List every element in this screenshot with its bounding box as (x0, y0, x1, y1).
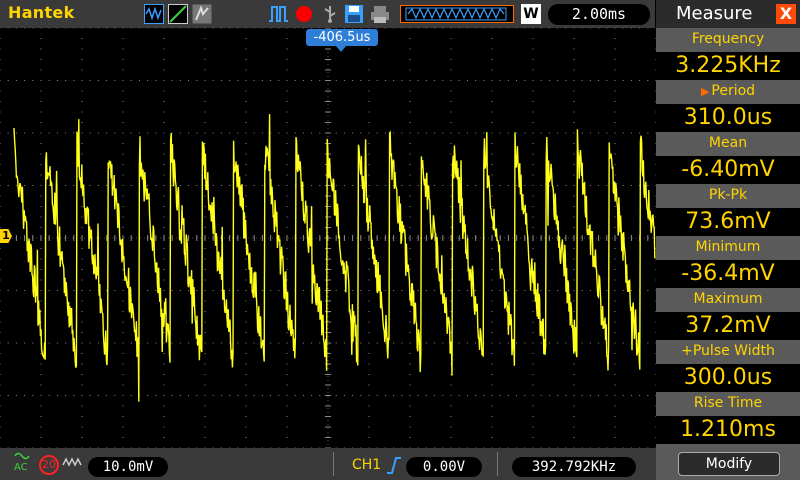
measure-label-frequency[interactable]: Frequency (656, 28, 800, 50)
measure-label-pulse-width[interactable]: +Pulse Width (656, 340, 800, 362)
memory-depth-indicator[interactable] (400, 4, 514, 24)
measure-value-frequency: 3.225KHz (656, 52, 800, 80)
waveform-display-icon[interactable] (144, 4, 164, 24)
trigger-channel-label[interactable]: CH1 (352, 457, 381, 473)
record-icon[interactable] (294, 4, 314, 24)
separator (497, 452, 498, 476)
measure-title: Measure (676, 3, 753, 24)
measure-label-maximum[interactable]: Maximum (656, 288, 800, 310)
coupling-label[interactable]: AC (14, 462, 28, 473)
brand-logo: Hantek (8, 3, 75, 22)
run-mode-icon[interactable] (268, 4, 288, 24)
xy-mode-icon[interactable] (168, 4, 188, 24)
print-icon[interactable] (370, 4, 390, 24)
trigger-level-readout[interactable]: 0.00V (406, 457, 482, 477)
measure-value-rise-time: 1.210ms (656, 416, 800, 444)
measure-value-period: 310.0us (656, 104, 800, 132)
measure-label-pk-pk[interactable]: Pk-Pk (656, 184, 800, 206)
trigger-frequency-readout: 392.792KHz (512, 457, 636, 477)
trace-path (13, 114, 656, 402)
top-status-bar: Hantek W 2.00ms (0, 0, 655, 28)
bandwidth-limit-badge[interactable]: 20 (39, 455, 59, 475)
measure-label-rise-time[interactable]: Rise Time (656, 392, 800, 414)
measure-label-mean[interactable]: Mean (656, 132, 800, 154)
measure-label-minimum[interactable]: Minimum (656, 236, 800, 258)
separator (333, 452, 334, 476)
persistence-icon[interactable] (192, 4, 212, 24)
measure-value-mean: -6.40mV (656, 156, 800, 184)
measure-value-minimum: -36.4mV (656, 260, 800, 288)
waveform-display[interactable] (0, 28, 656, 448)
dc-waveform-icon (62, 457, 82, 467)
measure-value-pk-pk: 73.6mV (656, 208, 800, 236)
measure-header: Measure X (656, 0, 800, 28)
modify-button[interactable]: Modify (678, 452, 780, 476)
usb-icon (320, 4, 340, 24)
bandwidth-limit-value: 20 (42, 458, 56, 471)
rising-edge-icon (387, 457, 401, 474)
measure-label-period-text: Period (711, 83, 756, 99)
channel-1-trace (13, 114, 656, 402)
trigger-position-label[interactable]: -406.5us (306, 29, 378, 46)
volts-per-div-readout[interactable]: 10.0mV (88, 457, 168, 477)
measure-label-period[interactable]: ▶ Period (656, 80, 800, 102)
timebase-readout[interactable]: 2.00ms (548, 4, 650, 25)
measure-value-pulse-width: 300.0us (656, 364, 800, 392)
close-icon[interactable]: X (776, 4, 796, 24)
ac-coupling-icon (14, 452, 30, 460)
selected-arrow-icon: ▶ (700, 85, 710, 98)
trigger-position-arrow-icon (336, 46, 346, 52)
save-icon[interactable] (344, 4, 364, 24)
acquire-mode-letter[interactable]: W (521, 4, 541, 24)
measure-value-maximum: 37.2mV (656, 312, 800, 340)
measure-panel: Measure X Frequency 3.225KHz ▶ Period 310… (656, 0, 800, 480)
